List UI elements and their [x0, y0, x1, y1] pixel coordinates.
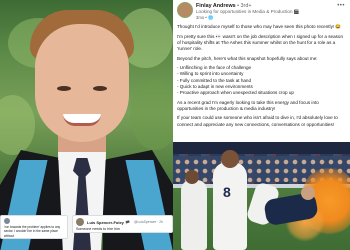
smile [63, 114, 101, 126]
eye-right [93, 86, 107, 91]
linkedin-post: Finlay Andrews • 3rd+ Looking for opport… [173, 0, 350, 142]
embedded-tweet-left[interactable]: 'run towards the problem' applies to any… [0, 215, 68, 239]
post-meta: Finlay Andrews • 3rd+ Looking for opport… [196, 2, 334, 21]
embedded-tweet-mid[interactable]: Luis Spencer-Foley 🏴 @LuisSpencer · 2h S… [72, 215, 173, 233]
post-timestamp: 3mo • 🌐 [196, 15, 214, 20]
tweet-text: 'run towards the problem' applies to any… [4, 225, 61, 238]
batsman-player: 8 [213, 162, 247, 250]
author-avatar[interactable] [177, 2, 193, 18]
post-paragraph: I'm pretty sure this 👀 wasn't on the job… [177, 33, 344, 51]
list-item: - Proactive approach when unexpected sit… [177, 90, 294, 95]
post-paragraph: Beyond the pitch, here's what this snaps… [177, 55, 318, 61]
tweet-author: Luis Spencer-Foley 🏴 [87, 219, 130, 225]
jersey-number: 8 [223, 184, 231, 200]
eye-left [57, 86, 71, 91]
cricket-photo: 8 [173, 142, 350, 250]
graduate-person [0, 0, 173, 250]
post-body: Thought I'd introduce myself to those wh… [177, 24, 345, 128]
post-paragraph: As a recent grad I'm eagerly looking to … [177, 99, 319, 111]
tweet-avatar [4, 218, 10, 224]
qualities-list: - Unflinching in the face of challenge -… [177, 65, 345, 96]
fielder-player [181, 180, 207, 250]
post-paragraph: If your team could use someone who isn't… [177, 115, 338, 127]
stadium-roof [173, 142, 350, 154]
tweet-avatar [76, 218, 84, 226]
face [35, 24, 129, 142]
tweet-text: Someone needs to hire him [76, 227, 120, 231]
fielder-head [185, 170, 199, 184]
protester-head [301, 186, 315, 200]
batsman-head [221, 150, 239, 168]
tweet-handle: @LuisSpencer · 2h [134, 220, 164, 224]
more-horizontal-icon[interactable]: ••• [337, 2, 345, 9]
graduation-photo [0, 0, 173, 250]
post-paragraph: Thought I'd introduce myself to those wh… [177, 24, 342, 29]
post-header: Finlay Andrews • 3rd+ Looking for opport… [177, 2, 345, 21]
